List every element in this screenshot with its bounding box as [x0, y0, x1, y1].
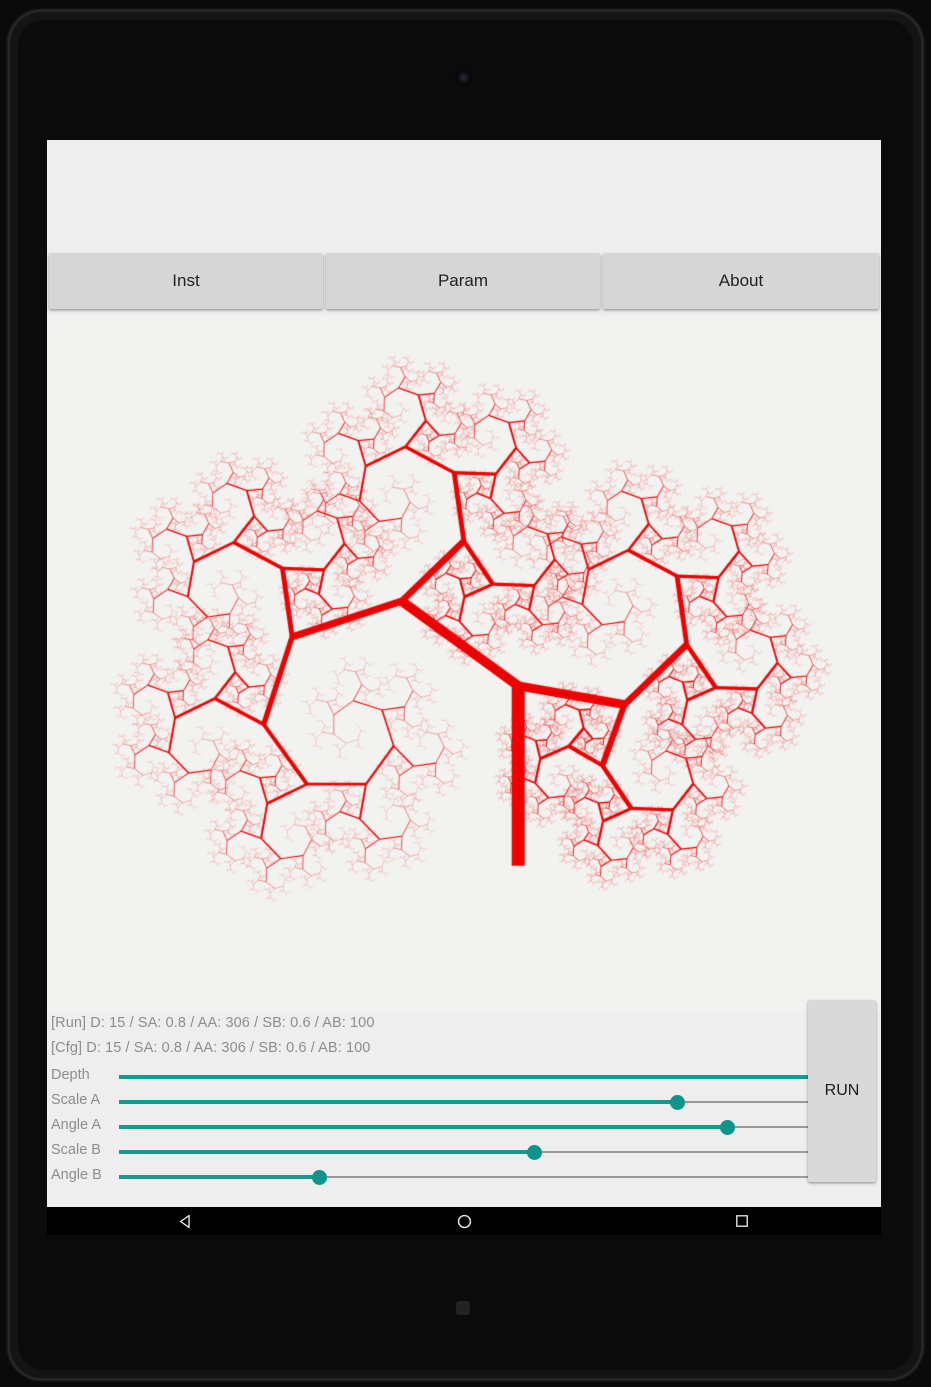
- status-run-line: [Run] D: 15 / SA: 0.8 / AA: 306 / SB: 0.…: [51, 1015, 375, 1031]
- home-sensor-icon: [456, 1301, 470, 1315]
- tab-about[interactable]: About: [603, 253, 879, 309]
- slider-thumb[interactable]: [720, 1120, 736, 1135]
- slider-fill: [119, 1125, 728, 1129]
- slider-label: Angle B: [51, 1167, 102, 1183]
- tab-param[interactable]: Param: [326, 253, 600, 309]
- slider-row: Angle A: [47, 1115, 881, 1140]
- nav-home-icon[interactable]: [451, 1208, 477, 1234]
- tab-bar: Inst Param About: [47, 253, 881, 316]
- front-camera-icon: [455, 69, 472, 86]
- device-screen: Inst Param About [Run] D: 15 / SA: 0.8 /…: [47, 140, 881, 1235]
- app-header: [47, 140, 881, 252]
- slider-thumb[interactable]: [669, 1095, 685, 1110]
- camera-lens-dot: [460, 74, 467, 81]
- slider-scale-a[interactable]: [119, 1090, 835, 1115]
- tablet-device: Inst Param About [Run] D: 15 / SA: 0.8 /…: [0, 0, 931, 1387]
- controls-panel: [Run] D: 15 / SA: 0.8 / AA: 306 / SB: 0.…: [47, 1000, 881, 1207]
- slider-label: Scale A: [51, 1092, 101, 1108]
- slider-scale-b[interactable]: [119, 1140, 835, 1165]
- run-button[interactable]: RUN: [808, 1000, 876, 1182]
- tab-inst[interactable]: Inst: [49, 253, 323, 309]
- slider-label: Scale B: [51, 1142, 101, 1158]
- slider-row: Scale A: [47, 1090, 881, 1115]
- fractal-canvas-area[interactable]: [47, 316, 881, 1012]
- nav-back-icon[interactable]: [173, 1208, 199, 1234]
- slider-fill: [119, 1100, 678, 1104]
- status-cfg-line: [Cfg] D: 15 / SA: 0.8 / AA: 306 / SB: 0.…: [51, 1040, 371, 1056]
- slider-row: Depth: [47, 1065, 881, 1090]
- slider-fill: [119, 1175, 320, 1179]
- android-navigation-bar: [47, 1207, 881, 1235]
- app-window: Inst Param About [Run] D: 15 / SA: 0.8 /…: [47, 140, 881, 1207]
- slider-fill: [119, 1075, 835, 1079]
- slider-label: Depth: [51, 1067, 90, 1083]
- slider-depth[interactable]: [119, 1065, 843, 1090]
- slider-row: Scale B: [47, 1140, 881, 1165]
- slider-fill: [119, 1150, 535, 1154]
- slider-angle-a[interactable]: [119, 1115, 835, 1140]
- slider-row: Angle B: [47, 1165, 881, 1190]
- fractal-tree-render[interactable]: [47, 316, 881, 1012]
- slider-label: Angle A: [51, 1117, 101, 1133]
- slider-thumb[interactable]: [311, 1170, 327, 1185]
- slider-thumb[interactable]: [526, 1145, 542, 1160]
- slider-angle-b[interactable]: [119, 1165, 835, 1190]
- nav-recents-icon[interactable]: [729, 1208, 755, 1234]
